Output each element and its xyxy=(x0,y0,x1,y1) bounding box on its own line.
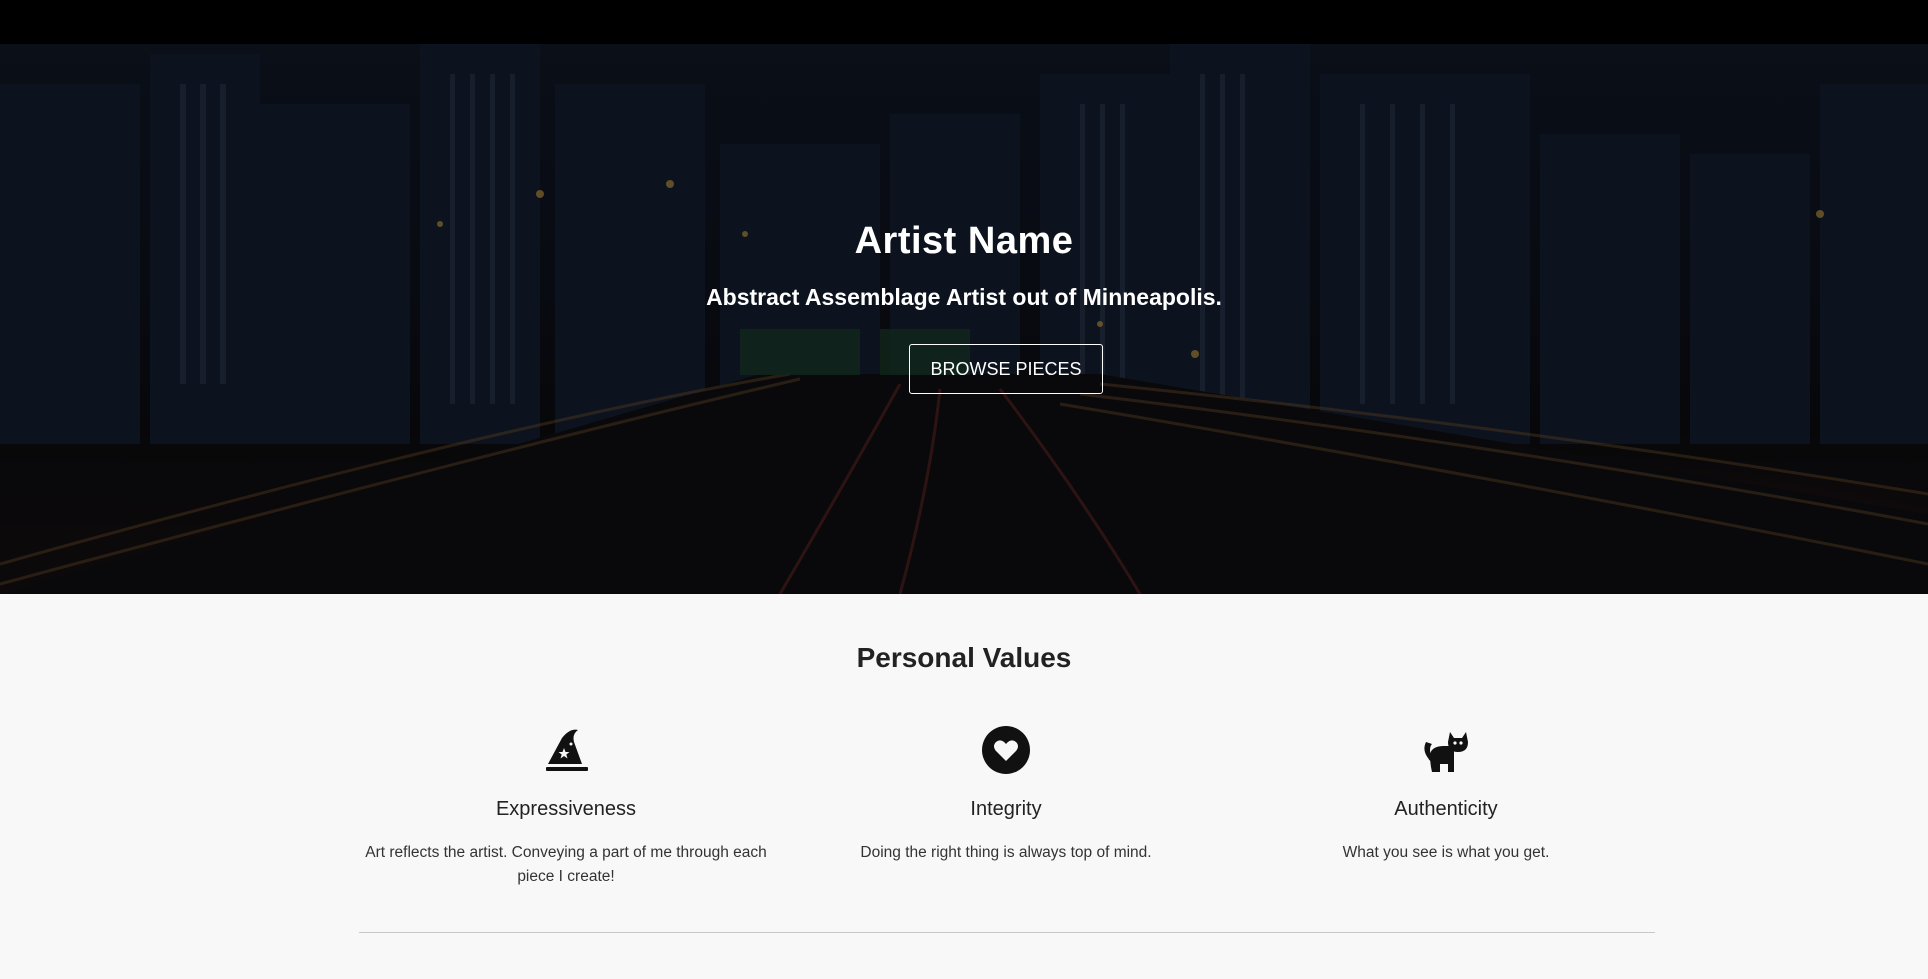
value-description: Art reflects the artist. Conveying a par… xyxy=(365,844,767,885)
value-description: What you see is what you get. xyxy=(1342,844,1550,861)
hero-banner: Artist Name Abstract Assemblage Artist o… xyxy=(0,44,1928,594)
value-title: Authenticity xyxy=(1394,798,1498,820)
top-bar xyxy=(0,0,1928,44)
value-card-integrity: Integrity Doing the right thing is alway… xyxy=(796,724,1216,865)
cat-icon xyxy=(1424,732,1468,772)
section-divider xyxy=(359,932,1655,933)
section-heading: Personal Values xyxy=(856,642,1072,673)
hero-subtitle: Abstract Assemblage Artist out of Minnea… xyxy=(706,284,1222,310)
hero-dark-overlay xyxy=(0,44,1928,594)
heart-circle-icon xyxy=(982,726,1030,774)
personal-values-section: Personal Values Expressiveness Art refle… xyxy=(0,594,1928,979)
value-description: Doing the right thing is always top of m… xyxy=(860,844,1152,861)
value-card-expressiveness: Expressiveness Art reflects the artist. … xyxy=(356,724,776,889)
browse-pieces-button[interactable]: BROWSE PIECES xyxy=(909,344,1103,394)
value-card-authenticity: Authenticity What you see is what you ge… xyxy=(1236,724,1656,865)
value-title: Integrity xyxy=(970,798,1042,820)
value-title: Expressiveness xyxy=(495,798,637,820)
hero-title: Artist Name xyxy=(854,220,1074,262)
wizard-hat-icon xyxy=(546,729,588,771)
